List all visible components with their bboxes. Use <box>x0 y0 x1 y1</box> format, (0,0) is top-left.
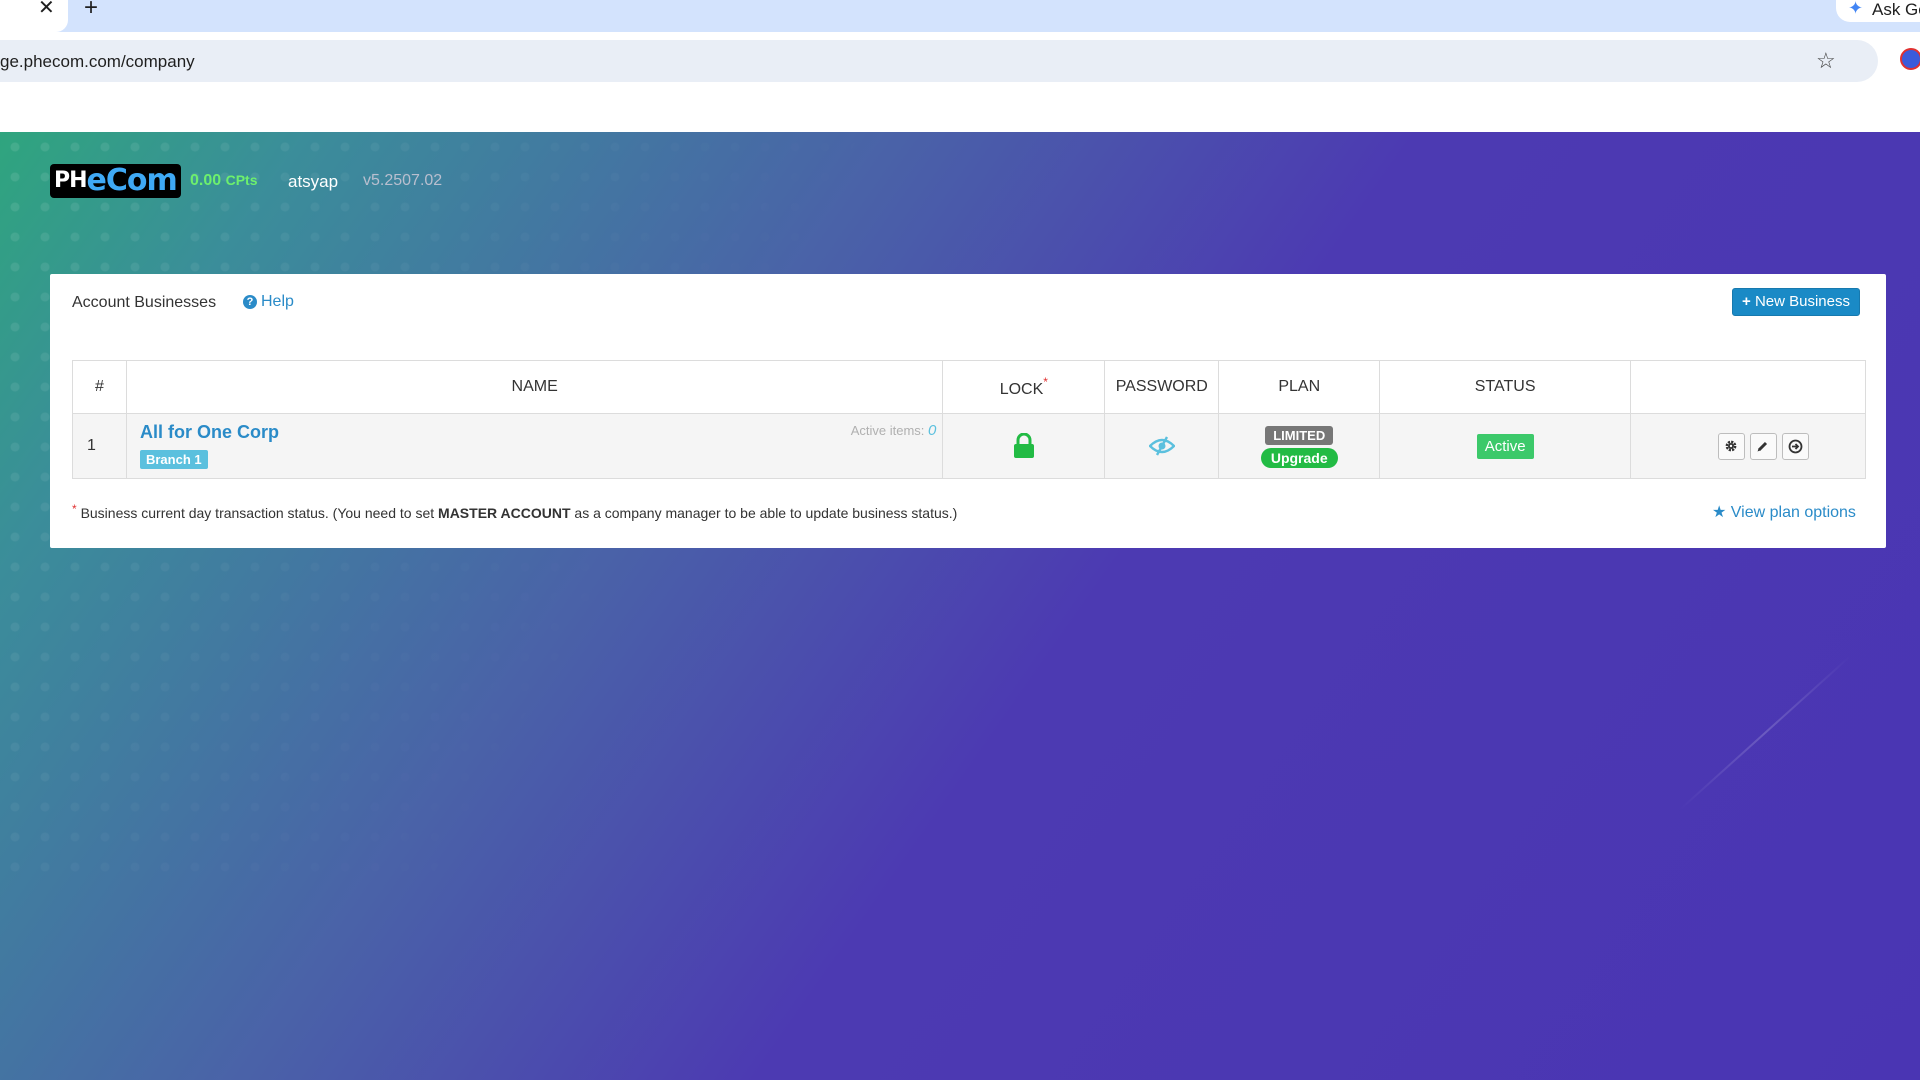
view-plan-options-link[interactable]: ★ View plan options <box>1712 502 1856 522</box>
column-header-index: # <box>72 360 127 414</box>
gemini-sparkle-icon: ✦ <box>1848 0 1864 18</box>
footnote-master-account: MASTER ACCOUNT <box>438 505 571 521</box>
app-version: v5.2507.02 <box>363 172 443 189</box>
unlocked-padlock-icon[interactable] <box>1012 433 1036 459</box>
browser-tab-strip: ✕ + ✦ Ask Ge <box>0 0 1920 32</box>
row-index: 1 <box>72 413 127 479</box>
plan-badge: LIMITED <box>1265 426 1334 445</box>
plus-icon: + <box>1742 293 1751 310</box>
footnote-text-end: as a company manager to be able to updat… <box>570 505 958 521</box>
lock-header-label: LOCK <box>999 381 1044 398</box>
page-background: PH eCom 0.00 CPts atsyap v5.2507.02 Accou… <box>0 132 1920 1080</box>
gear-icon <box>1725 440 1737 452</box>
active-items-count: 0 <box>928 422 937 439</box>
active-items-info: Active items: 0 <box>851 422 937 439</box>
branch-badge: Branch 1 <box>139 450 208 469</box>
cpts-unit: CPts <box>225 172 258 188</box>
column-header-password: PASSWORD <box>1104 360 1220 414</box>
account-businesses-panel: Account Businesses ? Help + New Business … <box>50 274 1886 548</box>
help-link[interactable]: ? Help <box>243 293 294 311</box>
ask-gemini-button[interactable]: ✦ Ask Ge <box>1836 0 1920 22</box>
phecom-logo[interactable]: PH eCom <box>50 164 181 198</box>
column-header-actions <box>1630 360 1866 414</box>
settings-button[interactable] <box>1717 432 1745 460</box>
username[interactable]: atsyap <box>288 172 338 192</box>
upgrade-button[interactable]: Upgrade <box>1260 448 1338 468</box>
view-plan-options-label: View plan options <box>1730 504 1856 521</box>
panel-title: Account Businesses <box>72 294 217 311</box>
logo-part-1: PH <box>54 168 88 193</box>
status-badge[interactable]: Active <box>1476 433 1534 459</box>
row-actions-cell <box>1630 413 1866 479</box>
row-password-cell <box>1104 413 1220 479</box>
new-business-button[interactable]: + New Business <box>1732 288 1860 316</box>
tab-close-icon[interactable]: ✕ <box>38 0 55 18</box>
light-streak <box>1678 655 1852 811</box>
address-bar[interactable]: ge.phecom.com/company ☆ <box>0 40 1878 82</box>
arrow-circle-right-icon <box>1788 439 1802 453</box>
footnote-asterisk: * <box>72 502 77 516</box>
row-status-cell: Active <box>1379 413 1632 479</box>
star-icon: ★ <box>1712 504 1727 521</box>
eye-slash-icon[interactable] <box>1148 436 1175 456</box>
pencil-icon <box>1757 441 1768 452</box>
active-items-label: Active items: <box>850 423 925 438</box>
column-header-plan: PLAN <box>1218 360 1381 414</box>
table-header-row: # NAME LOCK* PASSWORD PLAN STATUS <box>72 360 1866 414</box>
extension-icon[interactable] <box>1900 48 1920 70</box>
required-asterisk: * <box>1043 375 1048 389</box>
cpts-value: 0.00 <box>190 172 222 189</box>
footnote-text-start: Business current day transaction status.… <box>80 505 439 521</box>
lock-footnote: * Business current day transaction statu… <box>72 502 957 521</box>
column-header-lock: LOCK* <box>942 360 1106 414</box>
business-name-link[interactable]: All for One Corp <box>140 422 279 443</box>
edit-button[interactable] <box>1749 432 1777 460</box>
cpts-balance: 0.00 CPts <box>190 172 258 190</box>
tab-strip-background <box>70 0 1920 32</box>
businesses-table: # NAME LOCK* PASSWORD PLAN STATUS 1 All … <box>72 360 1866 479</box>
ask-gemini-label: Ask Ge <box>1872 0 1920 19</box>
current-tab[interactable]: ✕ <box>0 0 68 32</box>
row-plan-cell: LIMITED Upgrade <box>1218 413 1381 479</box>
logo-part-2: eCom <box>86 163 178 198</box>
bookmark-star-icon[interactable]: ☆ <box>1816 48 1836 74</box>
new-tab-icon[interactable]: + <box>84 0 98 20</box>
url-text[interactable]: ge.phecom.com/company <box>0 52 195 72</box>
row-lock-cell <box>942 413 1106 479</box>
row-actions <box>1662 432 1864 460</box>
help-question-icon: ? <box>243 295 257 309</box>
table-row: 1 All for One Corp Branch 1 Active items… <box>72 413 1866 479</box>
new-business-label: New Business <box>1754 293 1850 310</box>
browser-toolbar: ge.phecom.com/company ☆ <box>0 32 1920 132</box>
row-name-cell: All for One Corp Branch 1 Active items: … <box>125 413 944 479</box>
enter-business-button[interactable] <box>1781 432 1809 460</box>
help-label: Help <box>261 293 294 310</box>
column-header-status: STATUS <box>1379 360 1632 414</box>
column-header-name: NAME <box>125 360 944 414</box>
